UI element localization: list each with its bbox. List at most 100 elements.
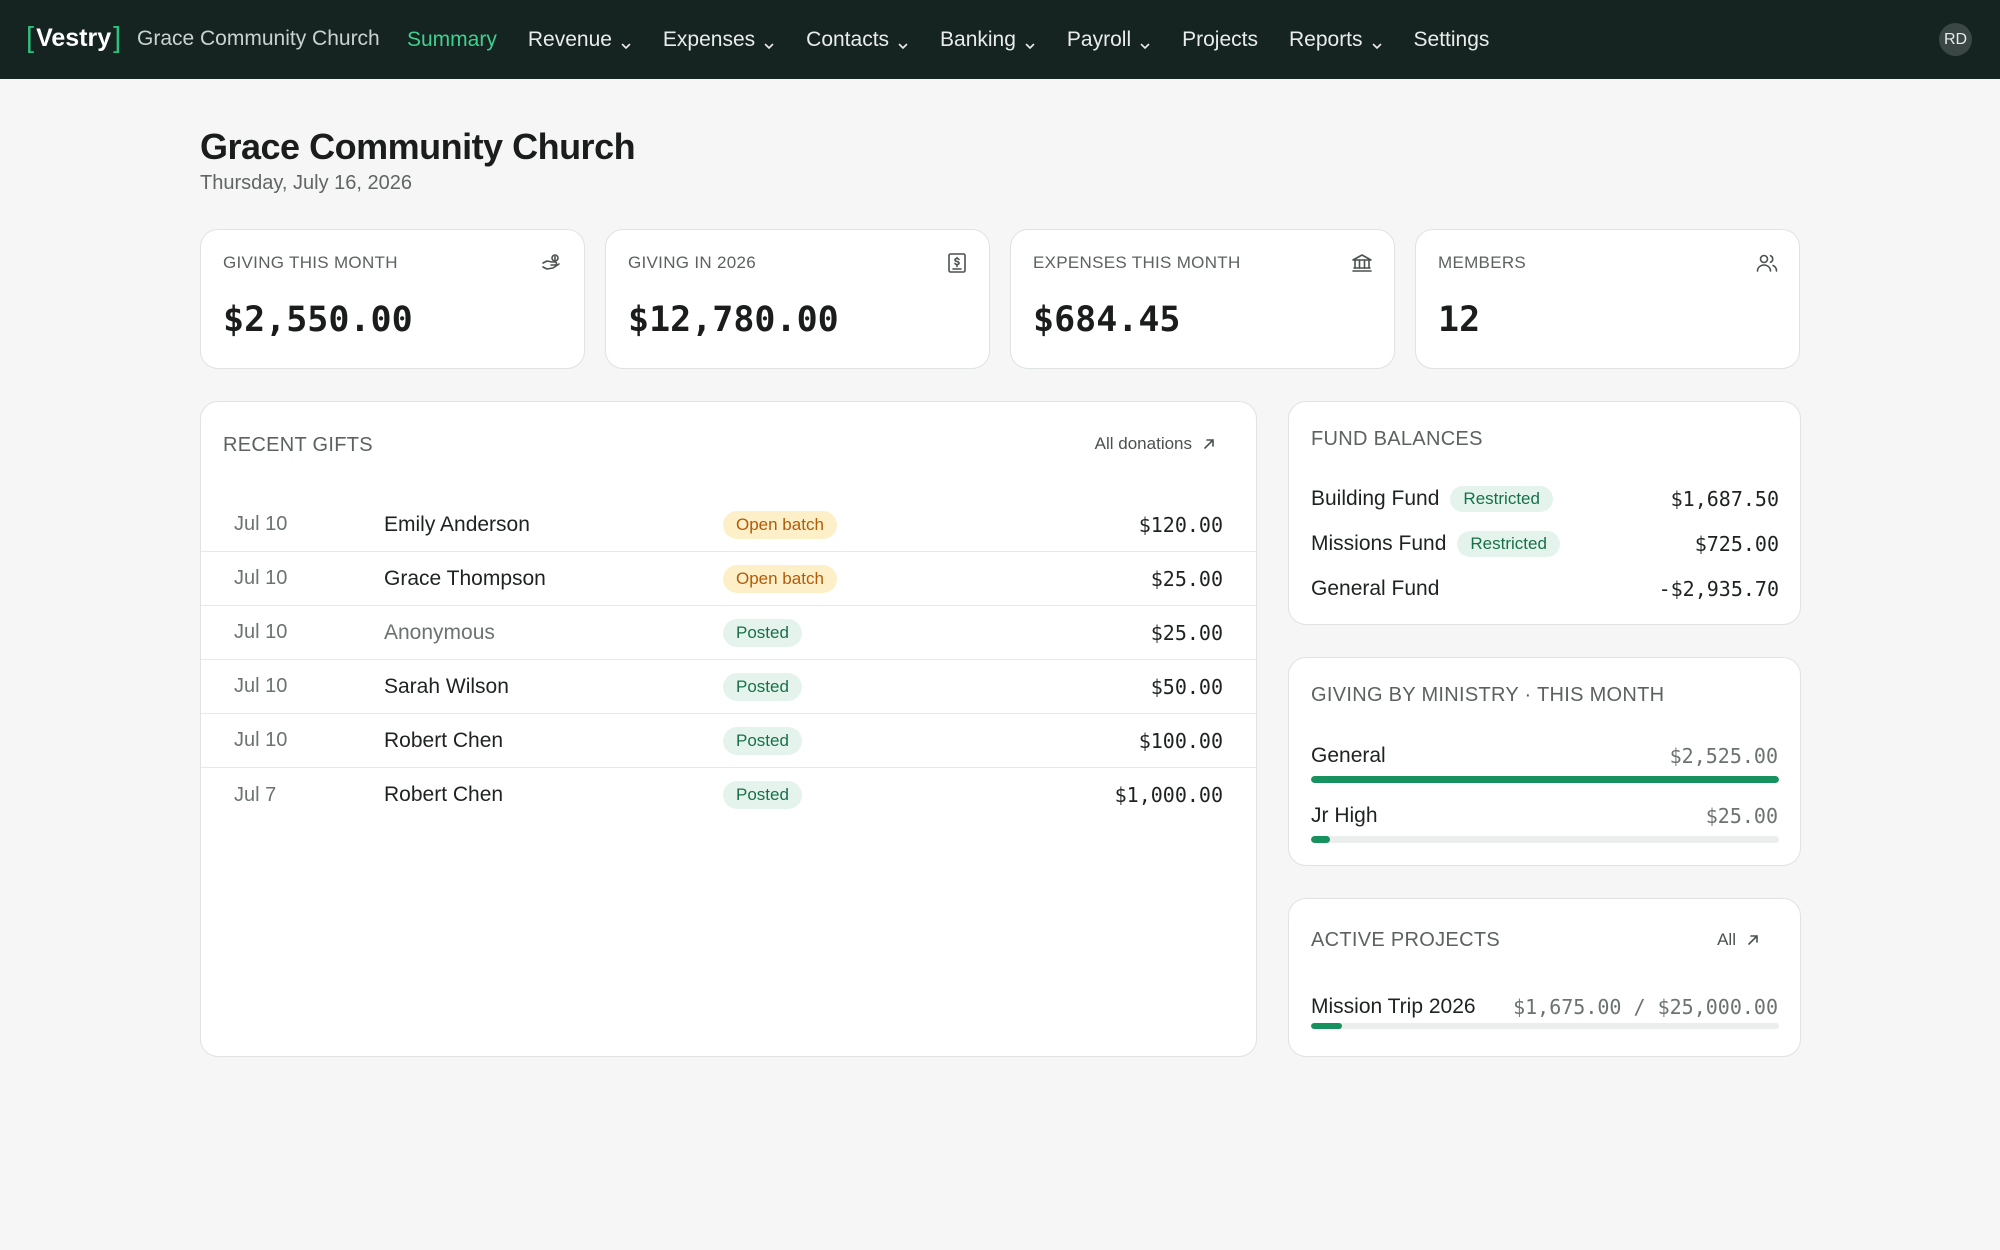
gift-date: Jul 10 [234, 729, 288, 751]
gift-amount: $25.00 [1150, 566, 1223, 591]
nav-item-banking[interactable]: Banking [940, 28, 1036, 52]
nav-item-label: Reports [1288, 27, 1363, 51]
stat-card-expenses-this-month: EXPENSES THIS MONTH $684.45 [1010, 229, 1395, 369]
gift-amount: $120.00 [1138, 512, 1223, 537]
stat-label: GIVING THIS MONTH [223, 253, 398, 272]
table-row[interactable]: Jul 7 Robert Chen Posted $1,000.00 [201, 768, 1256, 822]
gift-date: Jul 10 [234, 675, 288, 697]
users-icon [1756, 254, 1778, 272]
giving-by-ministry-card: GIVING BY MINISTRY · THIS MONTH General $… [1288, 657, 1801, 866]
project-progress-bar [1311, 1023, 1779, 1029]
chevron-down-icon [1024, 34, 1036, 49]
nav-item-label: Summary [407, 27, 497, 51]
user-avatar[interactable]: RD [1939, 23, 1972, 56]
gift-amount: $1,000.00 [1114, 783, 1223, 807]
stat-card-giving-year: GIVING IN 2026 $12,780.00 [605, 229, 990, 369]
gift-amount: $50.00 [1150, 674, 1223, 699]
giving-by-ministry-title: GIVING BY MINISTRY · THIS MONTH [1311, 684, 1665, 706]
donor-name: Grace Thompson [384, 566, 546, 590]
fund-balances-title: FUND BALANCES [1311, 428, 1483, 450]
fund-name: Building Fund [1311, 487, 1440, 510]
chevron-down-icon [897, 34, 909, 49]
nav-item-expenses[interactable]: Expenses [663, 28, 775, 52]
nav-item-payroll[interactable]: Payroll [1067, 28, 1151, 52]
gift-date: Jul 10 [234, 513, 288, 535]
stat-label: MEMBERS [1438, 253, 1527, 272]
stat-card-giving-this-month: GIVING THIS MONTH $2,550.00 [200, 229, 585, 369]
donor-name: Sarah Wilson [384, 674, 509, 698]
nav-menu: Summary Revenue Expenses Contacts Banking Pay… [407, 0, 1520, 79]
fund-amount: $725.00 [1694, 532, 1779, 556]
fund-row: Building Fund Restricted $1,687.50 [1311, 484, 1779, 514]
donor-name: Robert Chen [384, 728, 504, 752]
table-row[interactable]: Jul 10 Robert Chen Posted $100.00 [201, 714, 1256, 768]
page-title: Grace Community Church [200, 126, 636, 167]
gift-date: Jul 7 [234, 783, 277, 806]
ministry-progress-fill [1311, 776, 1779, 783]
ministry-amount: $25.00 [1705, 804, 1778, 828]
recent-gifts-title: RECENT GIFTS [223, 434, 373, 456]
fund-name: Missions Fund [1311, 532, 1447, 555]
table-row[interactable]: Jul 10 Emily Anderson Open batch $120.00 [201, 498, 1256, 552]
recent-gifts-card: RECENT GIFTS All donations Jul 10 Emily A… [200, 401, 1257, 1057]
ministry-amount: $2,525.00 [1669, 744, 1778, 768]
fund-amount: -$2,935.70 [1658, 577, 1779, 601]
table-row[interactable]: Jul 10 Grace Thompson Open batch $25.00 [201, 552, 1256, 606]
stat-label: GIVING IN 2026 [628, 253, 756, 272]
fund-balances-card: FUND BALANCES Building Fund Restricted $1,… [1288, 401, 1801, 625]
status-badge: Open batch [723, 510, 837, 539]
nav-item-label: Payroll [1066, 27, 1132, 51]
vestry-logo[interactable]: [ Vestry ] [24, 22, 123, 55]
fund-row: General Fund -$2,935.70 [1311, 574, 1779, 604]
status-badge: Posted [723, 618, 802, 647]
nav-item-projects[interactable]: Projects [1182, 28, 1258, 52]
ministry-name: Jr High [1311, 804, 1378, 827]
nav-item-contacts[interactable]: Contacts [806, 28, 909, 52]
fund-amount: $1,687.50 [1670, 487, 1779, 511]
arrow-up-right-icon [1748, 935, 1758, 945]
stat-value: $2,550.00 [223, 300, 413, 340]
chevron-down-icon [763, 34, 775, 49]
nav-item-label: Projects [1182, 27, 1258, 51]
donor-name: Robert Chen [384, 783, 504, 806]
nav-item-label: Revenue [527, 27, 612, 51]
ministry-name: General [1311, 744, 1386, 767]
nav-item-revenue[interactable]: Revenue [528, 28, 632, 52]
ministry-progress-fill [1311, 836, 1330, 843]
active-projects-title: ACTIVE PROJECTS [1311, 929, 1500, 951]
project-progress-text: $1,675.00 / $25,000.00 [1513, 995, 1778, 1019]
project-name[interactable]: Mission Trip 2026 [1311, 995, 1476, 1019]
all-donations-link[interactable]: All donations [1095, 434, 1216, 454]
table-row[interactable]: Jul 10 Anonymous Posted $25.00 [201, 606, 1256, 660]
chevron-down-icon [1139, 34, 1151, 49]
nav-item-reports[interactable]: Reports [1289, 28, 1383, 52]
nav-item-label: Contacts [806, 27, 890, 51]
logo-bracket-right: ] [113, 22, 122, 54]
fund-name: General Fund [1311, 577, 1440, 600]
bank-icon [1352, 254, 1372, 272]
logo-text: Vestry [36, 24, 112, 52]
chevron-down-icon [1371, 34, 1383, 49]
status-badge: Posted [723, 672, 802, 701]
ministry-progress-bar [1311, 776, 1779, 783]
nav-item-settings[interactable]: Settings [1414, 28, 1490, 52]
nav-item-label: Expenses [662, 27, 756, 51]
chevron-down-icon [620, 34, 632, 49]
nav-item-summary[interactable]: Summary [407, 28, 497, 52]
restricted-badge: Restricted [1457, 531, 1560, 557]
all-projects-link[interactable]: All [1717, 930, 1760, 950]
table-row[interactable]: Jul 10 Sarah Wilson Posted $50.00 [201, 660, 1256, 714]
project-progress-fill [1311, 1023, 1343, 1029]
ministry-progress-bar [1311, 836, 1779, 843]
page-date: Thursday, July 16, 2026 [200, 172, 412, 194]
logo-bracket-left: [ [26, 22, 35, 54]
org-name[interactable]: Grace Community Church [137, 27, 380, 51]
receipt-dollar-icon [948, 253, 966, 273]
status-badge: Posted [723, 726, 802, 755]
donor-name: Emily Anderson [384, 512, 530, 536]
stat-value: $12,780.00 [628, 300, 839, 340]
gift-amount: $100.00 [1138, 728, 1223, 753]
all-donations-label: All donations [1094, 434, 1192, 453]
gift-date: Jul 10 [234, 621, 288, 643]
arrow-up-right-icon [1204, 439, 1214, 449]
